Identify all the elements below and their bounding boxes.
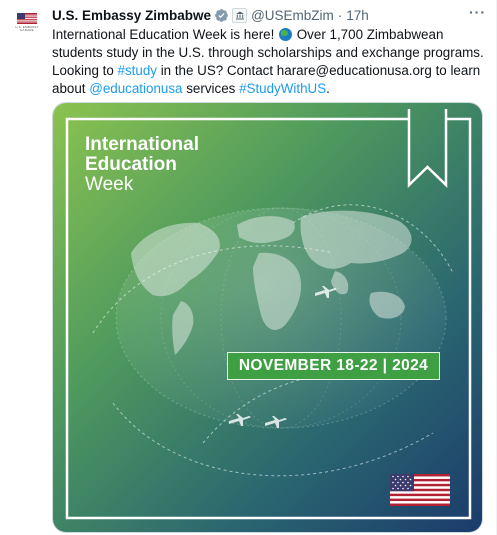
globe-emoji-icon [279,28,293,41]
date-banner: NOVEMBER 18-22 | 2024 [227,352,440,380]
avatar-flag-icon [17,13,37,24]
tweet-text: International Education Week is here! Ov… [52,26,484,98]
us-flag-icon [390,474,450,506]
tweet-text-part: International Education Week is here! [52,27,279,42]
display-name[interactable]: U.S. Embassy Zimbabwe [52,8,211,23]
avatar-caption: U.S. EMBASSY HARARE [15,25,39,32]
tweet-header: U.S. Embassy Zimbabwe @USEmbZim · 17h ··… [52,4,486,25]
poster-title-line-3: Week [85,174,134,195]
tweet[interactable]: U.S. EMBASSY HARARE U.S. Embassy Zimbabw… [0,0,497,535]
timestamp[interactable]: 17h [346,8,369,23]
mention-educationusa-link[interactable]: @educationusa [89,81,182,96]
poster-title: International Education Week [85,135,199,195]
avatar-column: U.S. EMBASSY HARARE [12,6,42,36]
verified-badge-icon[interactable] [214,8,229,23]
handle[interactable]: @USEmbZim [251,8,334,23]
tweet-text-part: . [326,81,330,96]
tweet-text-part: services [182,81,240,96]
more-options-icon[interactable]: ··· [469,4,486,20]
tweet-image[interactable]: International Education Week NOVEMBER 18… [52,102,483,533]
avatar[interactable]: U.S. EMBASSY HARARE [12,6,42,36]
hashtag-study-link[interactable]: #study [118,63,157,78]
hashtag-studywithus-link[interactable]: #StudyWithUS [239,81,326,96]
poster-title-line-2: Education [85,154,177,175]
separator: · [337,7,343,23]
government-badge-icon [232,7,248,23]
poster-title-line-1: International [85,134,200,155]
